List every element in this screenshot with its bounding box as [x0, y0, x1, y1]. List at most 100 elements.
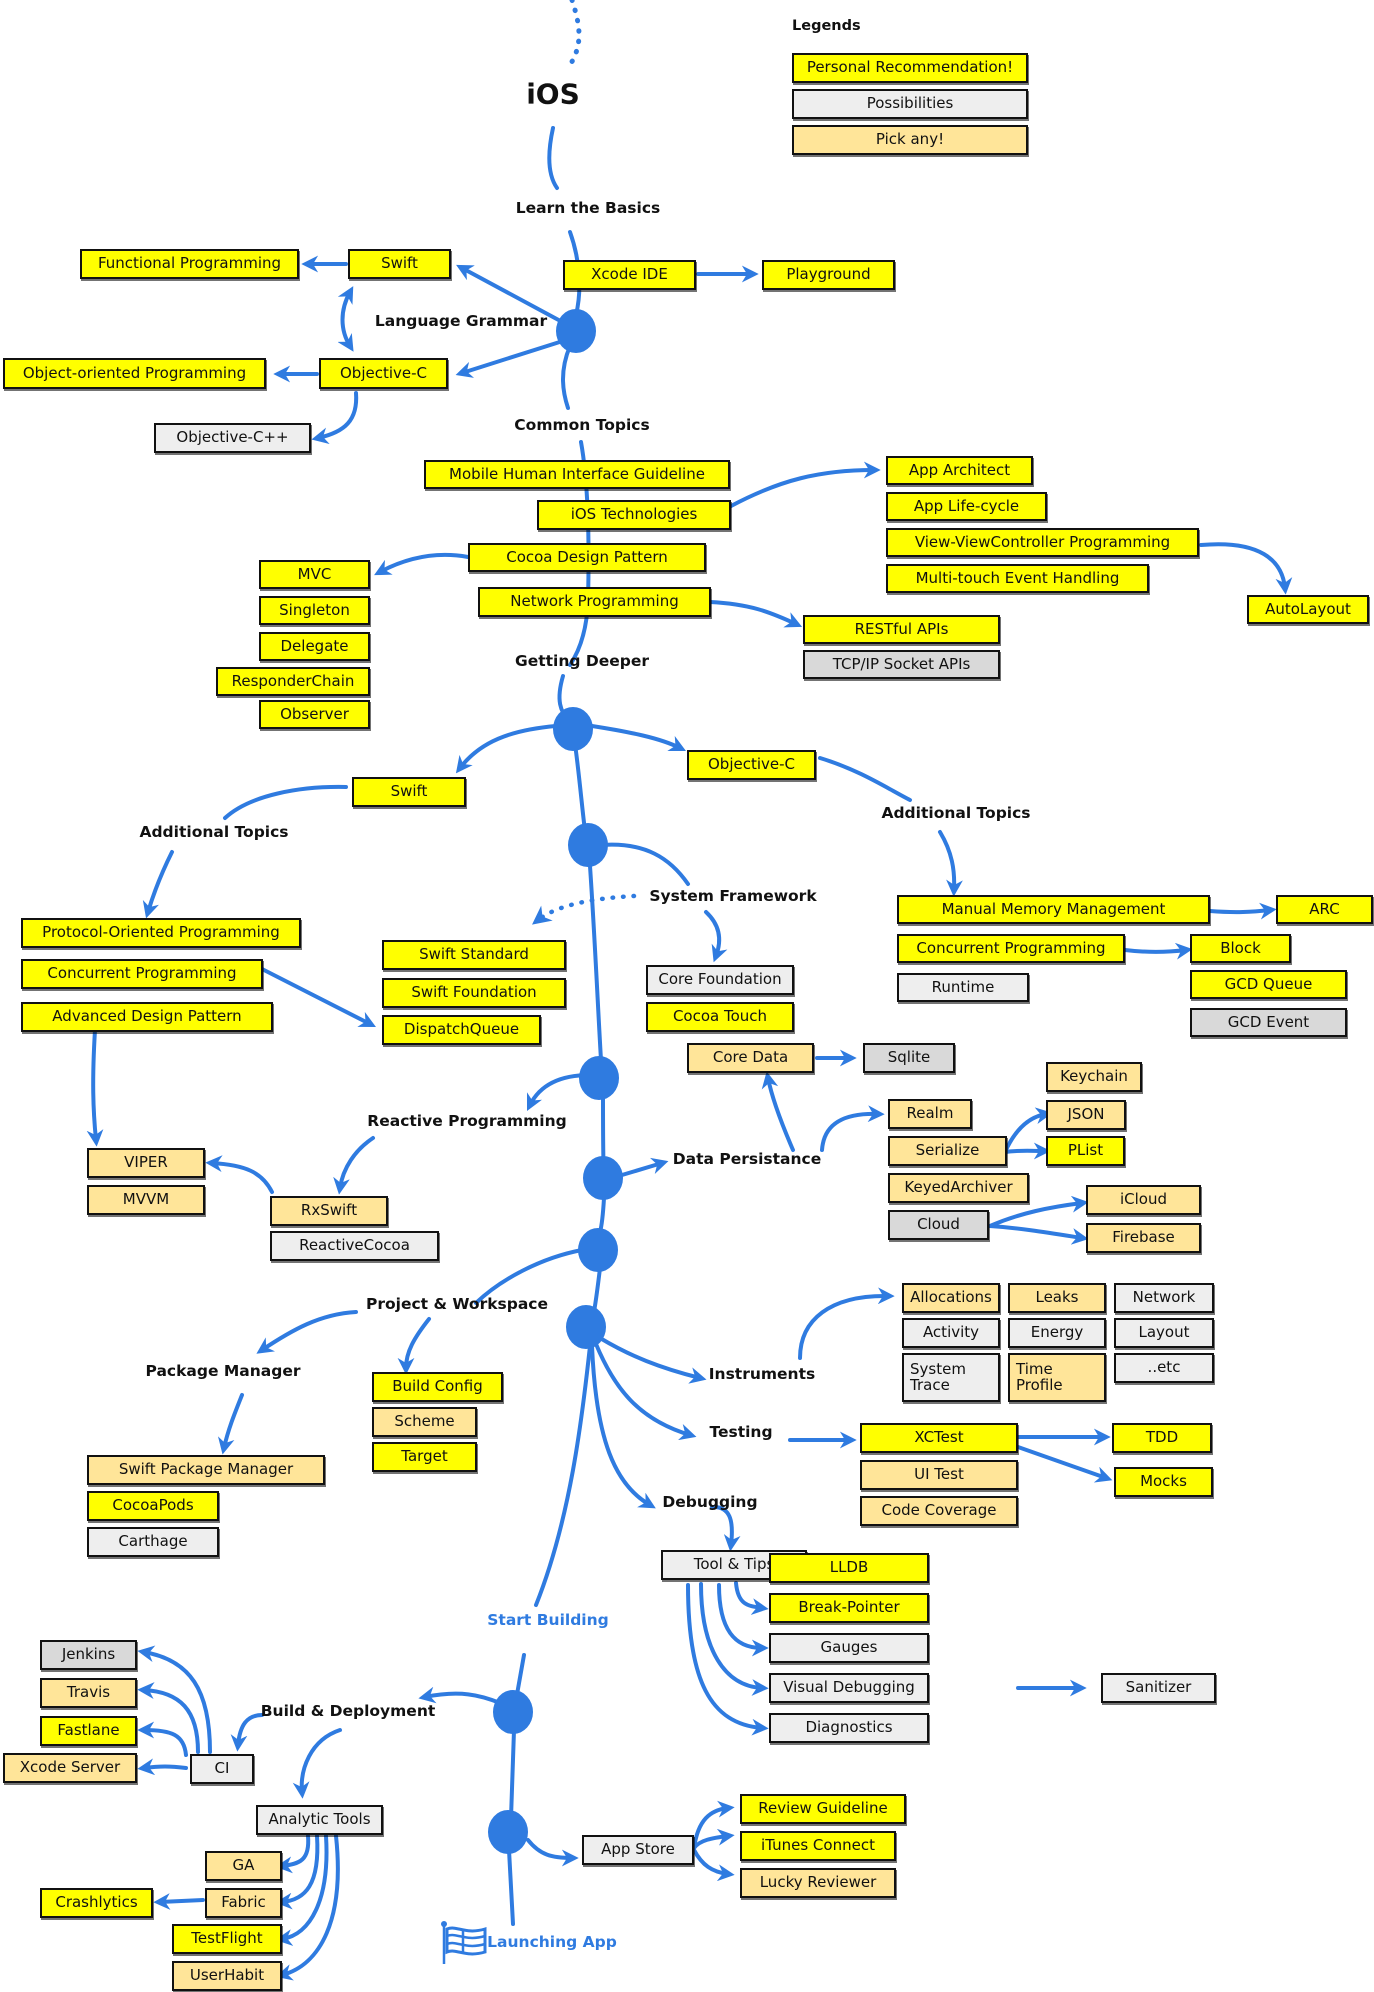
section-data-persistance: Data Persistance	[672, 1150, 822, 1168]
dotted-connector	[532, 893, 637, 925]
node-itunes-connect: iTunes Connect	[740, 1831, 896, 1861]
node-network: Network	[1114, 1283, 1214, 1313]
section-project-workspace: Project & Workspace	[365, 1295, 549, 1313]
node-userhabit: UserHabit	[172, 1961, 282, 1991]
connector	[938, 830, 963, 897]
node-objc-basic: Objective-C	[319, 358, 448, 389]
hub-node	[568, 823, 608, 867]
connector	[561, 344, 572, 410]
connector	[590, 1344, 656, 1509]
node-leaks: Leaks	[1008, 1283, 1106, 1313]
connector	[729, 461, 881, 508]
node-oop: Object-oriented Programming	[3, 358, 266, 389]
connector	[333, 1136, 375, 1195]
connector	[692, 1848, 735, 1882]
connector	[594, 1342, 697, 1441]
hub-node	[488, 1810, 528, 1854]
connector	[1123, 942, 1193, 960]
node-concurrent-objc: Concurrent Programming	[897, 934, 1125, 963]
connector	[601, 1096, 606, 1182]
connector	[275, 1834, 320, 1910]
node-swift-basic: Swift	[348, 249, 451, 279]
section-package-manager: Package Manager	[145, 1362, 301, 1380]
connector	[256, 1310, 358, 1354]
node-system-trace: System Trace	[902, 1353, 1000, 1402]
node-gcd-queue: GCD Queue	[1190, 970, 1347, 999]
node-network-prog: Network Programming	[478, 587, 711, 617]
connector	[230, 1713, 264, 1752]
node-fabric: Fabric	[205, 1888, 282, 1918]
connector	[418, 1686, 502, 1705]
node-time-profile: Time Profile	[1008, 1353, 1106, 1402]
node-spm: Swift Package Manager	[87, 1455, 325, 1485]
connector	[761, 1071, 795, 1152]
node-crashlytics: Crashlytics	[40, 1888, 153, 1918]
legend-recommendation: Personal Recommendation!	[792, 53, 1028, 83]
connector	[547, 126, 559, 190]
node-serialize: Serialize	[888, 1136, 1007, 1166]
connector	[292, 1728, 342, 1799]
connector	[600, 842, 690, 886]
hub-node	[583, 1156, 623, 1200]
connector	[710, 1504, 741, 1552]
connector	[455, 338, 568, 378]
node-carthage: Carthage	[87, 1527, 219, 1557]
connector	[1003, 1107, 1053, 1154]
connector	[86, 1028, 104, 1147]
node-view-vc: View-ViewController Programming	[886, 528, 1199, 557]
node-cocoa-design: Cocoa Design Pattern	[468, 543, 706, 572]
connector	[988, 1195, 1089, 1228]
node-app-store: App Store	[582, 1835, 694, 1865]
connector	[588, 864, 603, 1062]
connector	[526, 1073, 592, 1112]
connector	[137, 1721, 188, 1757]
legend-pick-any: Pick any!	[792, 125, 1028, 155]
node-visual-debugging: Visual Debugging	[769, 1673, 929, 1703]
section-system-framework: System Framework	[649, 887, 817, 905]
node-target: Target	[372, 1442, 477, 1472]
connector	[708, 600, 803, 628]
section-common-topics: Common Topics	[514, 416, 650, 434]
node-lucky-reviewer: Lucky Reviewer	[740, 1868, 896, 1898]
connector	[590, 724, 687, 752]
node-allocations: Allocations	[902, 1283, 1000, 1313]
node-energy: Energy	[1008, 1318, 1106, 1348]
node-xcode-server: Xcode Server	[3, 1753, 137, 1783]
node-gcd-event: GCD Event	[1190, 1008, 1347, 1037]
dotted-connector-top	[565, 0, 582, 71]
connector	[509, 1728, 516, 1820]
node-review-guideline: Review Guideline	[740, 1794, 906, 1824]
node-swift-deep: Swift	[352, 777, 466, 807]
connector	[137, 1682, 200, 1754]
node-cocoa-touch: Cocoa Touch	[646, 1002, 794, 1032]
node-fastlane: Fastlane	[40, 1716, 137, 1746]
connector	[205, 1155, 274, 1194]
connector	[337, 286, 354, 352]
node-app-lifecycle: App Life-cycle	[886, 492, 1047, 521]
section-launching-app: Launching App	[487, 1933, 617, 1951]
node-break-pointer: Break-Pointer	[769, 1593, 929, 1623]
node-observer: Observer	[259, 700, 370, 729]
section-reactive-programming: Reactive Programming	[367, 1112, 567, 1130]
node-sanitizer: Sanitizer	[1101, 1673, 1216, 1703]
connector	[557, 674, 572, 724]
section-instruments: Instruments	[708, 1365, 816, 1383]
hub-node	[556, 309, 596, 353]
node-xctest: XCTest	[860, 1423, 1018, 1453]
connector	[223, 784, 348, 820]
section-debugging: Debugging	[662, 1493, 758, 1511]
node-scheme: Scheme	[372, 1407, 477, 1437]
hub-node	[578, 1228, 618, 1272]
legend-possibilities: Possibilities	[792, 89, 1028, 119]
node-realm: Realm	[888, 1099, 972, 1129]
node-tdd: TDD	[1112, 1423, 1212, 1453]
node-ui-test: UI Test	[860, 1460, 1018, 1490]
node-rxswift: RxSwift	[270, 1196, 388, 1226]
node-swift-standard: Swift Standard	[382, 940, 566, 970]
connector	[397, 1317, 431, 1375]
node-singleton: Singleton	[259, 596, 370, 625]
connector	[260, 967, 376, 1028]
connector	[374, 553, 470, 576]
node-ci: CI	[190, 1754, 254, 1784]
connector	[988, 1224, 1089, 1245]
